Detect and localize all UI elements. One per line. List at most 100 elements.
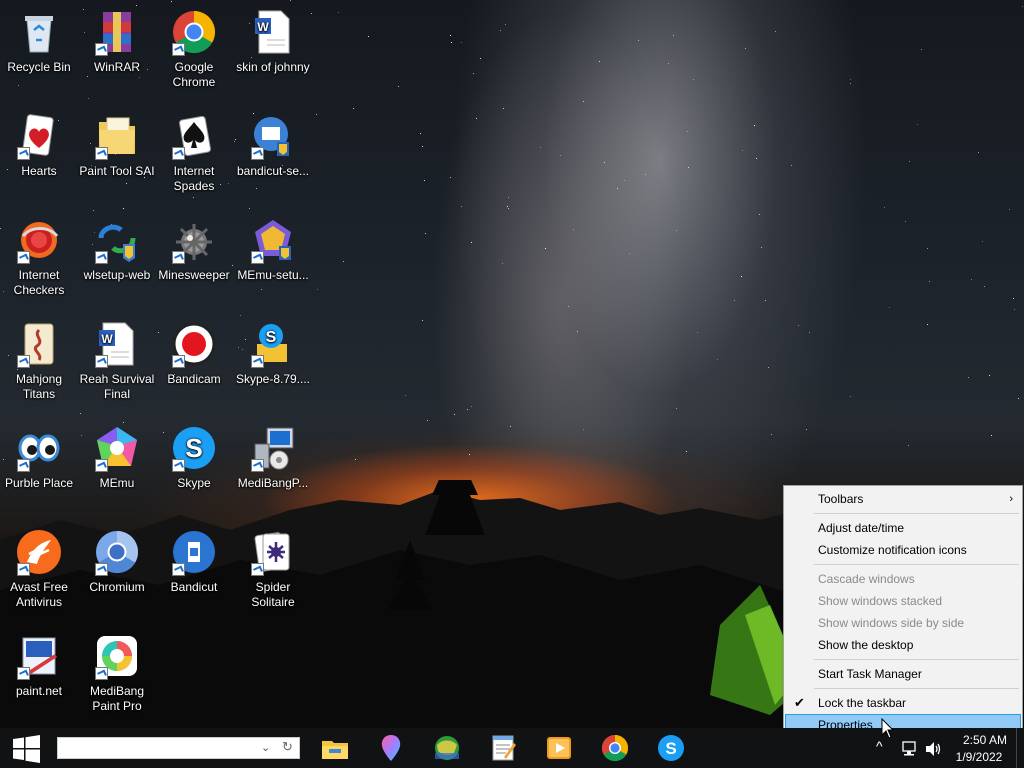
menu-item-label: Adjust date/time	[818, 521, 905, 535]
star	[688, 167, 689, 168]
svg-text:W: W	[257, 20, 269, 34]
show-hidden-icons-chevron-icon[interactable]: ^	[876, 738, 883, 754]
desktop-icon-label: Minesweeper	[158, 268, 230, 282]
star	[450, 35, 451, 36]
taskbar-app-notepad[interactable]	[478, 728, 526, 768]
desktop-icon-label: Purble Place	[4, 476, 74, 490]
windows-live-icon	[93, 216, 141, 264]
skype-icon: S	[170, 424, 218, 472]
desktop-icon-paint-tool-sai[interactable]: Paint Tool SAI	[79, 112, 155, 179]
refresh-icon[interactable]: ↻	[282, 739, 293, 755]
desktop-icon-winrar[interactable]: WinRAR	[79, 8, 155, 75]
star	[745, 48, 746, 49]
desktop-icon-memu[interactable]: MEmu	[79, 424, 155, 491]
taskbar-app-google-chrome[interactable]	[590, 728, 638, 768]
desktop-icon-reah-survival-final[interactable]: W Reah Survival Final	[79, 320, 155, 402]
desktop-icon-skin-of-johnny[interactable]: Wskin of johnny	[235, 8, 311, 75]
desktop-icon-avast-free-antivirus[interactable]: Avast Free Antivirus	[1, 528, 77, 610]
star	[850, 83, 851, 84]
taskbar-app-game[interactable]	[422, 728, 470, 768]
star	[451, 42, 452, 43]
star	[693, 79, 694, 80]
star	[909, 161, 910, 162]
medibang-icon	[93, 632, 141, 680]
star	[850, 396, 851, 397]
star	[136, 5, 137, 6]
menu-item-label: Show windows stacked	[818, 594, 943, 608]
desktop-icon-skype-8-79[interactable]: S Skype-8.79....	[235, 320, 311, 387]
star	[583, 429, 584, 430]
menu-item-lock-the-taskbar[interactable]: ✔ Lock the taskbar	[785, 692, 1021, 714]
clock-date[interactable]: 1/9/2022	[948, 750, 1010, 764]
start-button[interactable]	[0, 728, 52, 768]
desktop-icon-memu-setu[interactable]: MEmu-setu...	[235, 216, 311, 283]
star	[791, 165, 792, 166]
shortcut-arrow-icon	[172, 251, 185, 264]
bandicam-icon	[170, 320, 218, 368]
shortcut-arrow-icon	[172, 43, 185, 56]
installer-computer-icon	[249, 424, 297, 472]
desktop-icon-label: Hearts	[21, 164, 57, 178]
network-icon[interactable]	[900, 740, 918, 758]
star	[338, 12, 339, 13]
desktop-icon-internet-checkers[interactable]: Internet Checkers	[1, 216, 77, 298]
svg-text:W: W	[101, 332, 113, 346]
recycle-bin-icon	[15, 8, 63, 56]
star	[927, 248, 928, 249]
taskbar-app-file-explorer[interactable]	[310, 728, 358, 768]
taskbar-app-skype[interactable]: S	[646, 728, 694, 768]
star	[311, 13, 312, 14]
maps-pin-icon	[381, 735, 401, 761]
desktop-icon-internet-spades[interactable]: Internet Spades	[156, 112, 232, 194]
skype-icon: S	[658, 735, 684, 761]
menu-separator	[814, 513, 1019, 514]
menu-item-customize-notification-icons[interactable]: Customize notification icons	[785, 539, 1021, 561]
desktop-icon-google-chrome[interactable]: Google Chrome	[156, 8, 232, 90]
desktop-icon-hearts[interactable]: Hearts	[1, 112, 77, 179]
bandicut-icon	[170, 528, 218, 576]
desktop-icon-skype[interactable]: S Skype	[156, 424, 232, 491]
desktop-icon-bandicut-se[interactable]: bandicut-se...	[235, 112, 311, 179]
show-desktop-button[interactable]	[1016, 728, 1024, 768]
desktop-icon-chromium[interactable]: Chromium	[79, 528, 155, 595]
taskbar-app-maps[interactable]	[366, 728, 414, 768]
star	[676, 230, 677, 231]
desktop-icon-label: Spider Solitaire	[251, 580, 295, 609]
star	[754, 125, 755, 126]
desktop-icon-wlsetup-web[interactable]: wlsetup-web	[79, 216, 155, 283]
star	[761, 247, 762, 248]
menu-item-start-task-manager[interactable]: Start Task Manager	[785, 663, 1021, 685]
star	[889, 307, 890, 308]
star	[742, 150, 743, 151]
dropdown-chevron-icon[interactable]: ⌄	[261, 741, 270, 754]
menu-item-toolbars[interactable]: Toolbars ›	[785, 488, 1021, 510]
star	[629, 253, 630, 254]
desktop-icon-medibang-paint-pro[interactable]: MediBang Paint Pro	[79, 632, 155, 714]
star	[927, 324, 928, 325]
desktop-icon-minesweeper[interactable]: Minesweeper	[156, 216, 232, 283]
winrar-icon	[93, 8, 141, 56]
desktop-icon-purble-place[interactable]: Purble Place	[1, 424, 77, 491]
clock-time[interactable]: 2:50 AM	[955, 733, 1015, 747]
search-input[interactable]	[62, 740, 256, 758]
star	[171, 1, 172, 2]
star	[427, 420, 428, 421]
menu-item-label: Lock the taskbar	[818, 696, 907, 710]
volume-icon[interactable]	[924, 740, 942, 758]
menu-item-show-the-desktop[interactable]: Show the desktop	[785, 634, 1021, 656]
taskbar-app-video-player[interactable]	[534, 728, 582, 768]
menu-item-adjust-date-time[interactable]: Adjust date/time	[785, 517, 1021, 539]
desktop-icon-mahjong-titans[interactable]: Mahjong Titans	[1, 320, 77, 402]
game-globe-icon	[435, 736, 459, 760]
desktop-icon-paint-net[interactable]: paint.net	[1, 632, 77, 699]
desktop-icon-spider-solitaire[interactable]: Spider Solitaire	[235, 528, 311, 610]
desktop-icon-bandicam[interactable]: Bandicam	[156, 320, 232, 387]
desktop-icon-recycle-bin[interactable]: Recycle Bin	[1, 8, 77, 75]
taskbar-search-box[interactable]: ⌄ ↻	[57, 737, 300, 759]
star	[599, 61, 600, 62]
star	[424, 180, 425, 181]
star	[80, 413, 81, 414]
star	[668, 63, 669, 64]
desktop-icon-medibangp[interactable]: MediBangP...	[235, 424, 311, 491]
desktop-icon-bandicut[interactable]: Bandicut	[156, 528, 232, 595]
